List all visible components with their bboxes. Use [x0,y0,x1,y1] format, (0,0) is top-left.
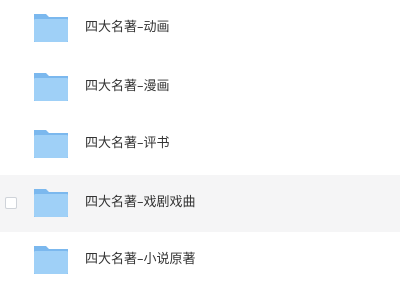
file-name[interactable]: 四大名著–漫画 [85,77,170,97]
folder-icon [34,14,68,42]
folder-icon [34,73,68,101]
file-name[interactable]: 四大名著–小说原著 [85,250,196,270]
file-row-xiju[interactable]: 四大名著–戏剧戏曲 [0,175,400,232]
folder-icon [34,246,68,274]
file-row-pingshu[interactable]: 四大名著–评书 [0,116,400,173]
file-row-xiaoshuo[interactable]: 四大名著–小说原著 [0,232,400,289]
file-name[interactable]: 四大名著–评书 [85,134,170,154]
file-name[interactable]: 四大名著–戏剧戏曲 [85,193,196,213]
file-row-donghua[interactable]: 四大名著–动画 [0,0,400,57]
folder-icon [34,189,68,217]
folder-icon [34,130,68,158]
file-name[interactable]: 四大名著–动画 [85,18,170,38]
select-checkbox[interactable] [5,197,17,209]
file-row-manhua[interactable]: 四大名著–漫画 [0,59,400,116]
file-list: 四大名著–动画 四大名著–漫画 四大名著–评书 四大名著–戏剧戏曲 四大名著–小… [0,0,400,299]
